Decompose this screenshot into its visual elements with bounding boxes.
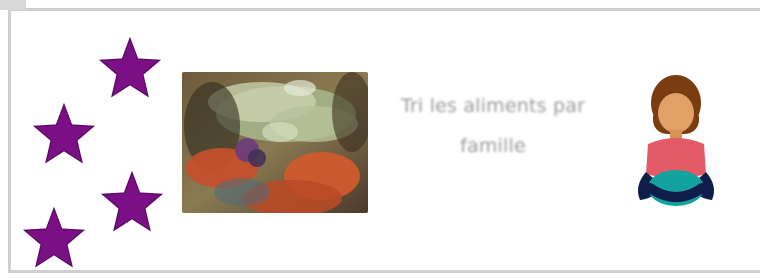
rating-stars [0, 0, 180, 279]
food-photo [182, 72, 368, 213]
star-icon [98, 36, 162, 98]
star-icon [32, 102, 96, 164]
star-icon [100, 170, 164, 232]
child-avatar-icon [628, 70, 724, 212]
activity-title: Tri les aliments par famille [400, 95, 586, 157]
activity-card[interactable]: Tri les aliments par famille [0, 0, 764, 279]
activity-thumbnail[interactable] [182, 72, 368, 213]
star-icon [22, 206, 86, 268]
